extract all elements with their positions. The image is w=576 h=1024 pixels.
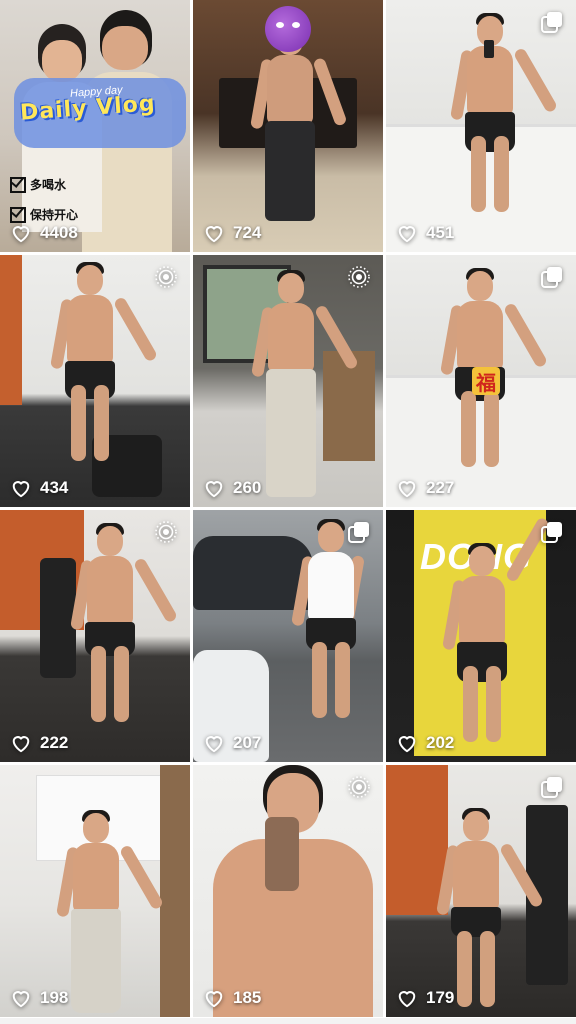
phone	[265, 817, 299, 891]
like-count: 724	[233, 223, 262, 242]
person-closeup	[213, 765, 373, 1017]
post-tile[interactable]: 451	[386, 0, 576, 252]
person-figure	[70, 523, 179, 756]
post-tile[interactable]: 198	[0, 765, 190, 1017]
checklist-label: 保持开心	[30, 208, 79, 222]
multi-image-badge	[540, 775, 564, 799]
like-count: 260	[233, 478, 262, 497]
post-tile[interactable]: 福 227	[386, 255, 576, 507]
like-count: 4408	[40, 223, 78, 242]
like-count-row: 724	[203, 223, 261, 243]
stacked-squares-icon	[348, 522, 369, 543]
person-figure	[251, 270, 360, 503]
heart-outline-icon	[205, 226, 223, 243]
multi-image-badge	[540, 10, 564, 34]
checklist-label: 多喝水	[30, 178, 67, 192]
post-tile[interactable]: 724	[193, 0, 383, 252]
heart-outline-icon	[398, 736, 416, 753]
like-count-row: 227	[396, 478, 454, 498]
multi-image-badge	[347, 520, 371, 544]
live-photo-rings-icon	[155, 266, 177, 288]
checkbox-icon	[10, 206, 26, 223]
person-figure	[50, 262, 159, 495]
post-tile[interactable]: Happy day Daily Vlog 多喝水 保持开心 4408	[0, 0, 190, 252]
post-tile[interactable]: 185	[193, 765, 383, 1017]
heart-outline-icon	[398, 991, 416, 1008]
live-photo-badge	[154, 265, 178, 289]
devil-emoji-sticker	[265, 6, 311, 52]
multi-image-badge	[540, 520, 564, 544]
heart-outline-icon	[205, 481, 223, 498]
next-row-peek	[0, 1018, 576, 1024]
heart-outline-icon	[205, 991, 223, 1008]
like-count-row: 260	[203, 478, 261, 498]
post-tile[interactable]: 207	[193, 510, 383, 762]
post-tile[interactable]: 434	[0, 255, 190, 507]
live-photo-rings-icon	[155, 521, 177, 543]
post-tile[interactable]: 222	[0, 510, 190, 762]
like-count-row: 4408	[10, 223, 78, 243]
like-count: 222	[40, 733, 69, 752]
like-count-row: 202	[396, 733, 454, 753]
door-frame	[160, 765, 190, 1017]
fu-sticker: 福	[472, 367, 500, 395]
post-tile[interactable]: 260	[193, 255, 383, 507]
live-photo-badge	[154, 520, 178, 544]
like-count: 198	[40, 988, 69, 1007]
like-count: 179	[426, 988, 455, 1007]
like-count-row: 185	[203, 988, 261, 1008]
multi-image-badge	[540, 265, 564, 289]
heart-outline-icon	[398, 226, 416, 243]
heart-outline-icon	[205, 736, 223, 753]
live-photo-badge	[347, 265, 371, 289]
like-count-row: 222	[10, 733, 68, 753]
person-figure	[56, 810, 165, 1013]
post-tile[interactable]: 179	[386, 765, 576, 1017]
checklist-item: 多喝水	[10, 176, 66, 193]
stacked-squares-icon	[541, 267, 562, 288]
like-count: 185	[233, 988, 262, 1007]
checklist-item: 保持开心	[10, 206, 78, 223]
person-figure	[250, 22, 348, 240]
like-count: 451	[426, 223, 455, 242]
like-count-row: 451	[396, 223, 454, 243]
live-photo-badge	[347, 775, 371, 799]
heart-outline-icon	[12, 736, 30, 753]
heart-outline-icon	[398, 481, 416, 498]
like-count: 202	[426, 733, 455, 752]
like-count: 227	[426, 478, 455, 497]
live-photo-rings-icon	[348, 776, 370, 798]
heart-outline-icon	[12, 226, 30, 243]
like-count-row: 434	[10, 478, 68, 498]
stacked-squares-icon	[541, 777, 562, 798]
like-count: 434	[40, 478, 69, 497]
like-count-row: 207	[203, 733, 261, 753]
like-count: 207	[233, 733, 262, 752]
like-count-row: 179	[396, 988, 454, 1008]
heart-outline-icon	[12, 481, 30, 498]
post-tile[interactable]: DONG 202	[386, 510, 576, 762]
heart-outline-icon	[12, 991, 30, 1008]
person-figure	[442, 516, 551, 756]
phone	[484, 40, 494, 58]
live-photo-rings-icon	[348, 266, 370, 288]
post-grid: Happy day Daily Vlog 多喝水 保持开心 4408 724 4…	[0, 0, 576, 1024]
checkbox-icon	[10, 176, 26, 193]
orange-wall	[0, 255, 22, 405]
stacked-squares-icon	[541, 12, 562, 33]
like-count-row: 198	[10, 988, 68, 1008]
stacked-squares-icon	[541, 522, 562, 543]
person-figure	[291, 519, 371, 758]
person-figure	[436, 808, 545, 1011]
